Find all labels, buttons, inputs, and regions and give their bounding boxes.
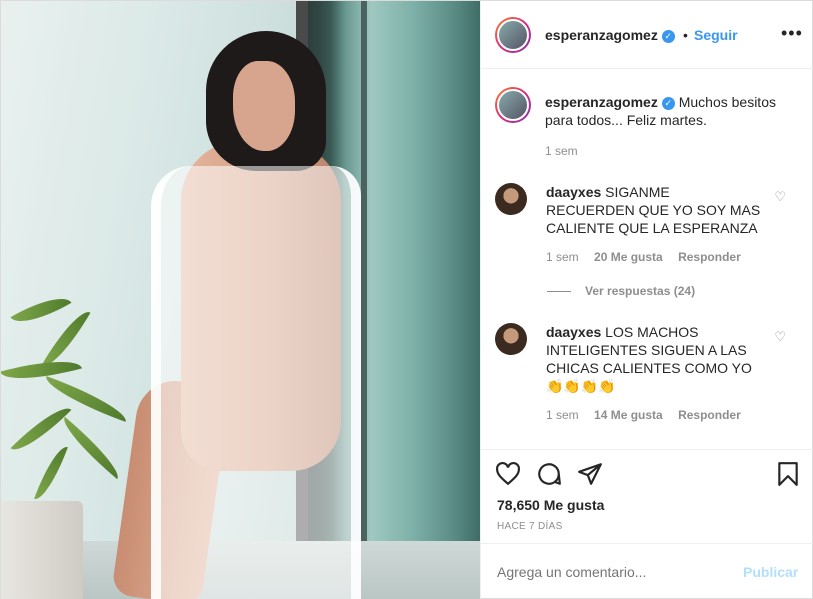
- comment-likes[interactable]: 14 Me gusta: [594, 408, 663, 422]
- view-replies-button[interactable]: Ver respuestas (24): [547, 284, 695, 298]
- photo-veil: [151, 166, 361, 599]
- comment-text: daayxes LOS MACHOS INTELIGENTES SIGUEN A…: [546, 323, 776, 395]
- comment-like-heart-icon[interactable]: ♡: [774, 189, 786, 205]
- comment-line: LOS MACHOS: [605, 324, 699, 340]
- comment-icon[interactable]: [536, 461, 562, 487]
- share-icon[interactable]: [577, 461, 603, 487]
- bookmark-icon[interactable]: [775, 461, 801, 487]
- reply-button[interactable]: Responder: [678, 408, 741, 422]
- header-username[interactable]: esperanzagomez ✓: [545, 27, 675, 43]
- caption-line-2: para todos... Feliz martes.: [545, 112, 707, 128]
- comment-username[interactable]: daayxes: [546, 324, 601, 340]
- avatar[interactable]: [495, 17, 531, 53]
- comment-username[interactable]: daayxes: [546, 184, 601, 200]
- post-header: esperanzagomez ✓ • Seguir •••: [480, 1, 813, 69]
- photo-figure-face: [233, 61, 295, 151]
- comment-time: 1 sem: [546, 250, 579, 264]
- comment-like-heart-icon[interactable]: ♡: [774, 329, 786, 345]
- photo-door-frame-inner: [361, 1, 367, 599]
- comments-panel[interactable]: esperanzagomez ✓ Muchos besitos para todo…: [480, 69, 813, 449]
- post-photo[interactable]: [1, 1, 480, 599]
- comment-line: CHICAS CALIENTES COMO YO: [546, 360, 752, 376]
- caption-time: 1 sem: [545, 144, 578, 158]
- comment-avatar[interactable]: [495, 183, 527, 215]
- reply-button[interactable]: Responder: [678, 250, 741, 264]
- comment-time: 1 sem: [546, 408, 579, 422]
- comment-meta: 1 sem 14 Me gusta Responder: [546, 408, 741, 422]
- comment-avatar[interactable]: [495, 323, 527, 355]
- follow-button[interactable]: Seguir: [694, 27, 738, 43]
- add-comment-bar: Publicar: [480, 543, 813, 599]
- comment-input[interactable]: [497, 564, 727, 580]
- caption-line-1: Muchos besitos: [678, 94, 776, 110]
- comment-line: SIGANME: [605, 184, 670, 200]
- heart-icon[interactable]: [495, 461, 521, 487]
- post-time[interactable]: HACE 7 DÍAS: [497, 521, 563, 532]
- caption-text: esperanzagomez ✓ Muchos besitos para todo…: [545, 93, 776, 129]
- plant-pot: [1, 501, 83, 599]
- comment-line: RECUERDEN QUE YO SOY MAS: [546, 202, 761, 218]
- caption-username[interactable]: esperanzagomez ✓: [545, 94, 675, 110]
- comment-meta: 1 sem 20 Me gusta Responder: [546, 250, 741, 264]
- comment-line: INTELIGENTES SIGUEN A LAS: [546, 342, 747, 358]
- separator-dot: •: [683, 27, 688, 43]
- more-options-icon[interactable]: •••: [781, 23, 803, 44]
- replies-line: [547, 291, 571, 293]
- verified-badge-icon: ✓: [661, 96, 675, 110]
- verified-badge-icon: ✓: [661, 29, 675, 43]
- comment-line: CALIENTE QUE LA ESPERANZA: [546, 220, 758, 236]
- comment-emoji: 👏👏👏👏: [546, 378, 616, 394]
- action-bar: 78,650 Me gusta HACE 7 DÍAS: [480, 449, 813, 543]
- instagram-post: esperanzagomez ✓ • Seguir ••• esperanzago…: [0, 0, 813, 599]
- publish-button[interactable]: Publicar: [743, 564, 798, 580]
- view-replies-label: Ver respuestas (24): [585, 284, 696, 298]
- avatar[interactable]: [495, 87, 531, 123]
- comment-text: daayxes SIGANME RECUERDEN QUE YO SOY MAS…: [546, 183, 776, 237]
- comment-likes[interactable]: 20 Me gusta: [594, 250, 663, 264]
- likes-count[interactable]: 78,650 Me gusta: [497, 497, 604, 513]
